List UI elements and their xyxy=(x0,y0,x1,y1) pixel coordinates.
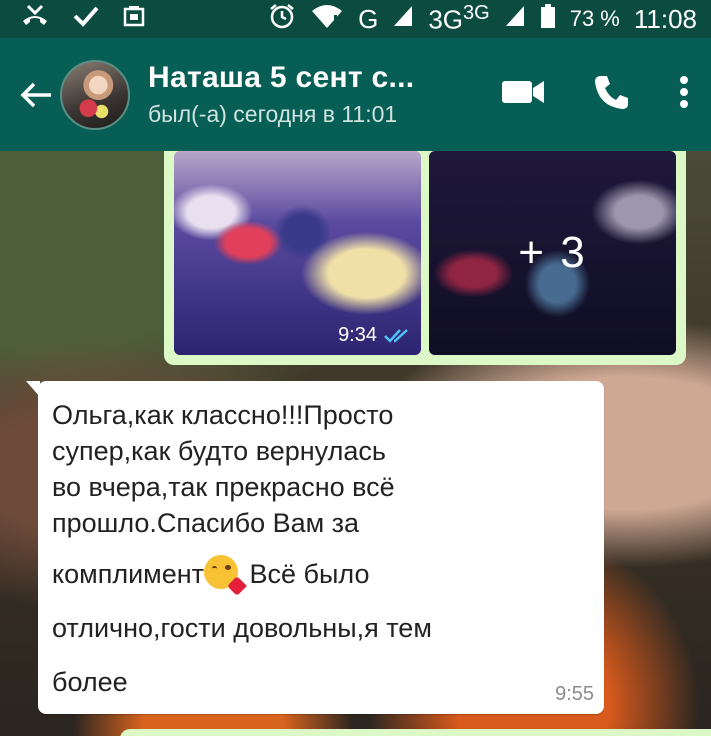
video-camera-icon xyxy=(502,81,544,103)
status-notifications xyxy=(20,3,146,36)
missed-call-icon xyxy=(20,3,50,36)
chat-area[interactable]: 9:34 + 3 Ольга,как классно!!!Просто супе… xyxy=(0,151,711,736)
network-type-3g: 3G3G xyxy=(428,2,490,35)
message-line-with-emoji: комплимент Всё было xyxy=(52,555,590,596)
read-ticks-icon xyxy=(384,328,408,343)
more-vertical-icon xyxy=(680,76,688,108)
more-photos-count: + 3 xyxy=(518,228,587,277)
message-line: более xyxy=(52,667,128,697)
message-line: Ольга,как классно!!!Просто xyxy=(52,400,394,430)
bubble-tail xyxy=(26,381,40,397)
signal-icon xyxy=(392,4,414,35)
avatar[interactable] xyxy=(60,59,130,130)
check-icon xyxy=(72,4,100,35)
message-line: отлично,гости довольны,я тем xyxy=(52,613,432,643)
clock: 11:08 xyxy=(633,3,697,34)
message-fragment: Всё было xyxy=(249,559,370,589)
screenshot-icon xyxy=(122,4,146,35)
status-bar: G 3G3G 73 % 11:08 xyxy=(0,0,711,38)
photo-thumbnail-2[interactable]: + 3 xyxy=(429,151,676,355)
phone-icon xyxy=(595,76,628,109)
contact-info[interactable]: Наташа 5 сент с... был(-а) сегодня в 11:… xyxy=(148,61,414,128)
media-message-bubble[interactable]: 9:34 + 3 xyxy=(164,151,686,365)
signal-icon-2 xyxy=(504,4,526,35)
menu-button[interactable] xyxy=(679,75,689,114)
next-message-bubble[interactable] xyxy=(120,729,711,736)
status-indicators: G 3G3G 73 % 11:08 xyxy=(268,2,697,37)
battery-percent: 73 % xyxy=(569,6,620,31)
alarm-icon xyxy=(268,2,296,37)
message-line: прошло.Спасибо Вам за xyxy=(52,508,360,538)
video-call-button[interactable] xyxy=(501,78,545,111)
battery-icon xyxy=(540,3,556,36)
photo-overlay: + 3 xyxy=(429,151,676,355)
back-button[interactable] xyxy=(6,65,66,125)
voice-call-button[interactable] xyxy=(593,73,631,116)
network-type-g: G xyxy=(358,3,379,34)
network-type-3g-sup: 3G xyxy=(463,2,490,25)
contact-name: Наташа 5 сент с... xyxy=(148,61,415,94)
message-fragment: комплимент xyxy=(52,559,205,589)
message-time: 9:55 xyxy=(555,683,594,705)
message-line: во вчера,так прекрасно всё xyxy=(52,472,395,502)
wifi-icon xyxy=(310,3,344,36)
media-meta: 9:34 xyxy=(338,324,411,347)
arrow-left-icon xyxy=(20,82,51,107)
last-seen-status: был(-а) сегодня в 11:01 xyxy=(148,101,398,127)
chat-header: Наташа 5 сент с... был(-а) сегодня в 11:… xyxy=(0,38,711,151)
message-line: супер,как будто вернулась xyxy=(52,436,386,466)
header-actions xyxy=(501,73,689,116)
incoming-message-bubble[interactable]: Ольга,как классно!!!Просто супер,как буд… xyxy=(26,381,604,714)
media-time: 9:34 xyxy=(338,324,377,346)
kiss-emoji-icon xyxy=(204,555,247,596)
photo-thumbnail-1[interactable]: 9:34 xyxy=(174,151,421,355)
